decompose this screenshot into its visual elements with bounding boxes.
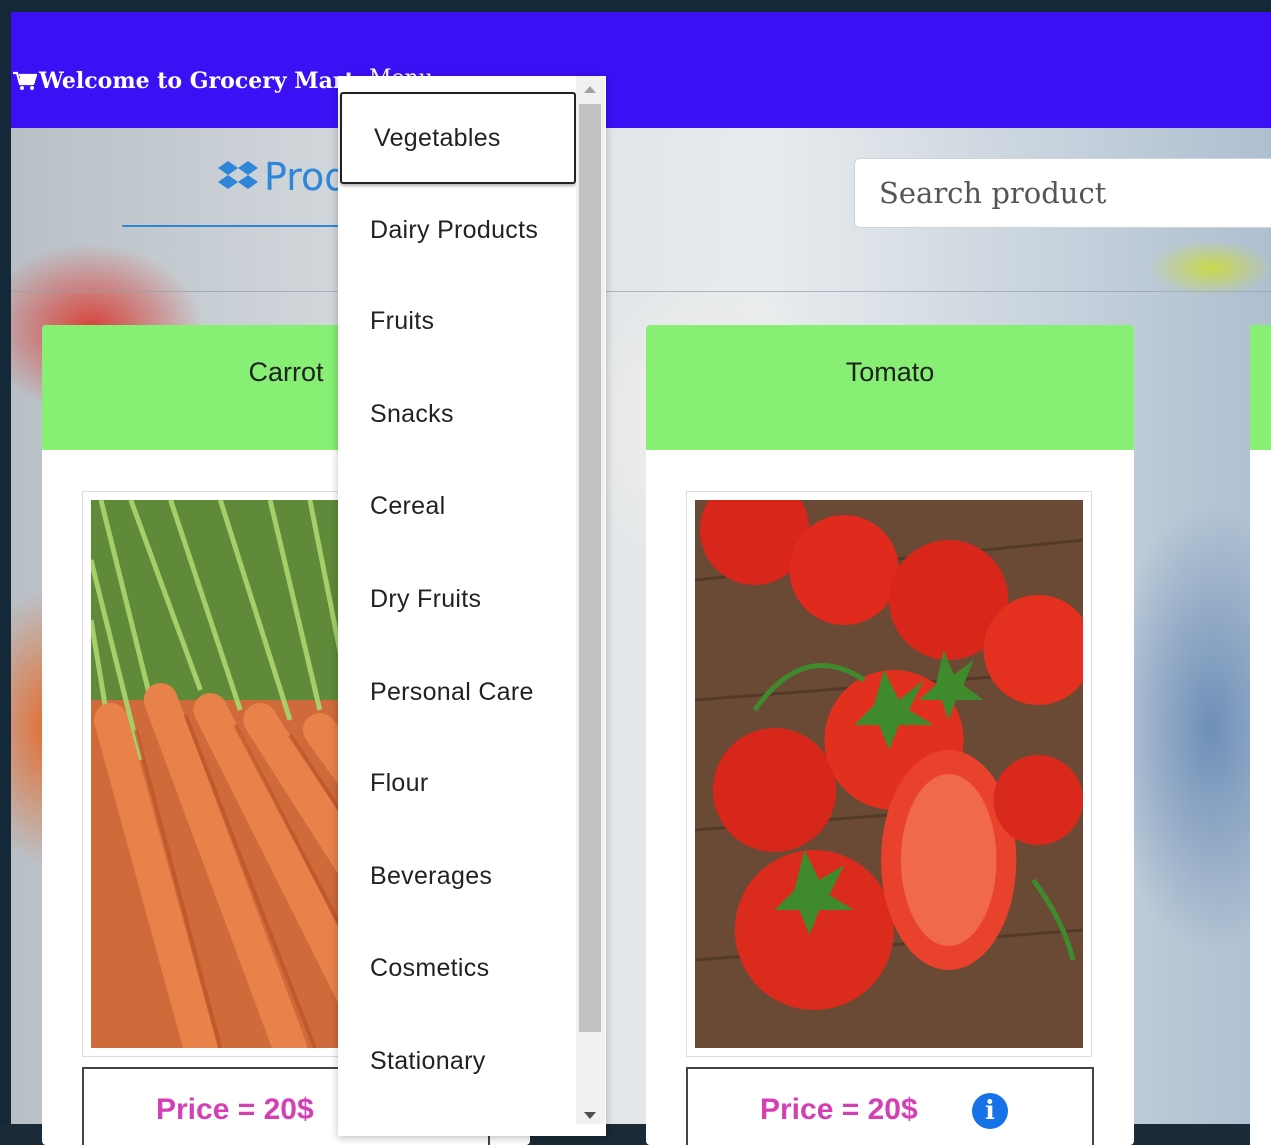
menu-item-stationary[interactable]: Stationary bbox=[338, 1015, 576, 1107]
menu-item-beverages[interactable]: Beverages bbox=[338, 830, 576, 922]
menu-item-dry-fruits[interactable]: Dry Fruits bbox=[338, 553, 576, 645]
scroll-down-arrow-icon[interactable] bbox=[584, 1112, 596, 1119]
product-card-partial bbox=[1250, 325, 1271, 1145]
menu-item-personal-care[interactable]: Personal Care bbox=[338, 646, 576, 738]
title-underline bbox=[122, 225, 352, 227]
menu-item-vegetables[interactable]: Vegetables bbox=[340, 92, 576, 184]
menu-item-cosmetics[interactable]: Cosmetics bbox=[338, 922, 576, 1014]
navbar: Welcome to Grocery Mart Menu bbox=[11, 12, 1271, 128]
product-image-tomato bbox=[686, 491, 1092, 1057]
menu-item-fruits[interactable]: Fruits bbox=[338, 275, 576, 367]
product-price: Price = 20$ bbox=[760, 1093, 918, 1126]
product-name: Tomato bbox=[646, 325, 1134, 450]
scroll-up-arrow-icon[interactable] bbox=[584, 86, 596, 93]
menu-dropdown: Vegetables Dairy Products Fruits Snacks Cere… bbox=[338, 76, 606, 1136]
divider bbox=[11, 291, 1271, 292]
menu-item-snacks[interactable]: Snacks bbox=[338, 368, 576, 460]
brand-link[interactable]: Welcome to Grocery Mart bbox=[13, 68, 355, 94]
menu-item-dairy-products[interactable]: Dairy Products bbox=[338, 184, 576, 276]
menu-item-cereal[interactable]: Cereal bbox=[338, 460, 576, 552]
search-input[interactable] bbox=[854, 158, 1271, 228]
window-top-border bbox=[0, 0, 1271, 12]
brand-text: Welcome to Grocery Mart bbox=[39, 68, 355, 94]
menu-item-flour[interactable]: Flour bbox=[338, 737, 576, 829]
dropbox-icon bbox=[218, 161, 258, 189]
cart-icon bbox=[13, 71, 37, 90]
product-card-header bbox=[1250, 325, 1271, 450]
product-card-tomato: Tomato Price = 20$ i bbox=[646, 325, 1134, 1145]
window-left-border bbox=[0, 0, 11, 1124]
scrollbar-thumb[interactable] bbox=[579, 104, 601, 1032]
product-price: Price = 20$ bbox=[156, 1093, 314, 1126]
price-box: Price = 20$ i bbox=[686, 1067, 1094, 1145]
